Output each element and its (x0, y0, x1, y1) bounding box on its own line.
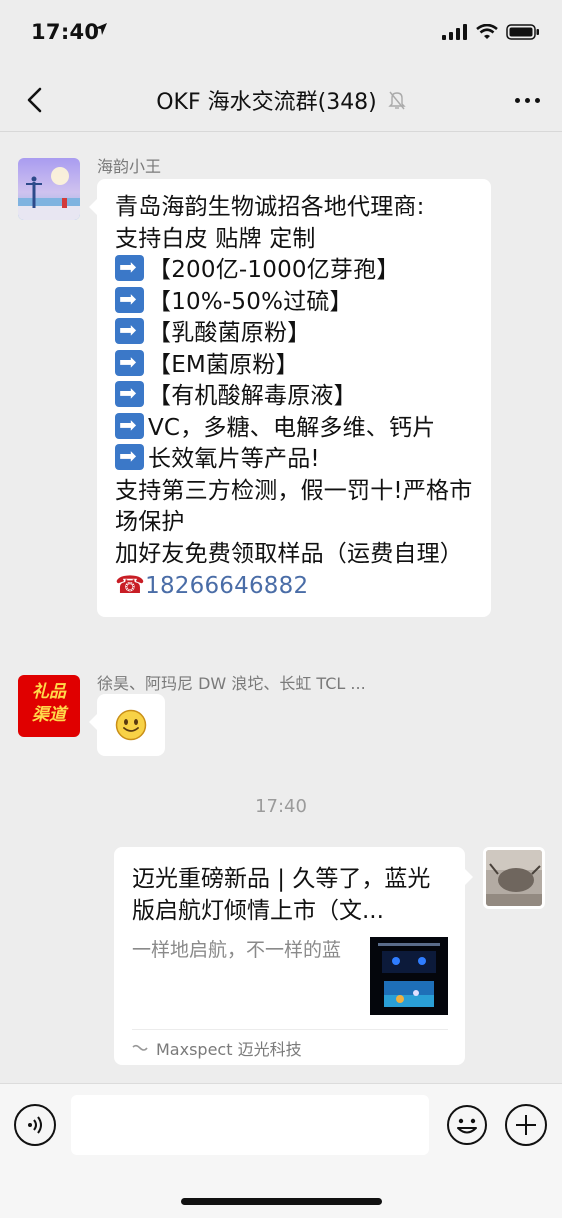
chat-title: OKF 海水交流群(348) (0, 84, 562, 116)
sender-avatar[interactable] (18, 158, 80, 220)
message-line: 加好友免费领取样品（运费自理） (115, 540, 463, 567)
message-line: 支持白皮 贴牌 定制 (115, 225, 316, 252)
avatar-image (18, 158, 80, 220)
message-line: 【乳酸菌原粉】 (115, 315, 477, 350)
smile-emoji-icon (115, 709, 147, 741)
article-title: 迈光重磅新品 | 久等了，蓝光版启航灯倾情上市（文... (132, 866, 431, 924)
emoji-button[interactable] (446, 1104, 488, 1146)
message-line: 【EM菌原粉】 (115, 347, 477, 382)
mute-bell-icon (388, 91, 406, 110)
article-source-name: Maxspect 迈光科技 (156, 1039, 302, 1059)
right-arrow-emoji-icon (115, 252, 144, 284)
sender-avatar[interactable]: 礼品 渠道 (18, 675, 80, 737)
telephone-icon: ☎ (115, 571, 146, 599)
right-arrow-emoji-icon (115, 410, 144, 441)
sender-name: 海韵小王 (97, 157, 162, 176)
status-time: 17:40 (31, 20, 100, 44)
chat-header: OKF 海水交流群(348) (0, 66, 562, 132)
message-line: 支持第三方检测，假一罚十!严格市场保护 (115, 477, 473, 536)
shared-article-card[interactable]: 迈光重磅新品 | 久等了，蓝光版启航灯倾情上市（文... 一样地启航，不一样的蓝… (114, 847, 473, 1065)
message-line: 【200亿-1000亿芽孢】 (115, 252, 477, 287)
mini-program-icon (132, 1044, 148, 1051)
more-dot-icon (515, 97, 520, 103)
status-bar: 17:40 (0, 0, 562, 66)
article-description: 一样地启航，不一样的蓝 (132, 939, 342, 961)
more-dot-icon (535, 97, 540, 103)
message-line: 【有机酸解毒原液】 (115, 378, 477, 413)
more-dot-icon (525, 97, 530, 103)
message-line: 【10%-50%过硫】 (115, 284, 477, 319)
home-indicator[interactable] (181, 1198, 382, 1205)
sender-name: 徐昊、阿玛尼 DW 浪坨、长虹 TCL ... (97, 674, 366, 693)
right-arrow-emoji-icon (115, 284, 144, 315)
phone-line: ☎18266646882 (115, 570, 477, 603)
right-arrow-emoji-icon (115, 378, 144, 410)
my-avatar[interactable] (483, 847, 545, 909)
message-line: VC，多糖、电解多维、钙片 (115, 410, 477, 445)
wifi-icon (476, 24, 498, 39)
avatar-calligraphy: 礼品 渠道 (32, 682, 66, 725)
plus-icon (516, 1115, 536, 1135)
message-timestamp: 17:40 (255, 796, 307, 817)
battery-icon (506, 24, 539, 40)
article-thumbnail (370, 937, 448, 1015)
voice-icon (28, 1116, 42, 1134)
message-line: 长效氧片等产品! (115, 441, 477, 476)
avatar-image (486, 850, 542, 906)
right-arrow-emoji-icon (115, 441, 144, 473)
article-source: Maxspect 迈光科技 (132, 1029, 448, 1065)
message-line: 青岛海韵生物诚招各地代理商: (115, 194, 425, 220)
message-input[interactable] (71, 1095, 429, 1155)
location-arrow-icon (95, 23, 107, 35)
status-indicators (442, 24, 540, 40)
message-bubble[interactable]: 青岛海韵生物诚招各地代理商: 支持白皮 贴牌 定制 【200亿-1000亿芽孢】… (89, 179, 491, 617)
chat-title-text: OKF 海水交流群(348) (156, 90, 377, 115)
signal-icon (442, 24, 467, 40)
more-functions-button[interactable] (505, 1104, 547, 1146)
aquarium-light-thumbnail (370, 937, 448, 1015)
voice-input-button[interactable] (14, 1104, 56, 1146)
message-bubble[interactable] (89, 694, 165, 756)
emoji-icon (447, 1105, 487, 1145)
article-body: 一样地启航，不一样的蓝 (132, 937, 448, 1015)
more-options-button[interactable] (500, 88, 540, 112)
right-arrow-emoji-icon (115, 347, 144, 378)
right-arrow-emoji-icon (115, 315, 144, 347)
phone-number-link[interactable]: 18266646882 (145, 573, 308, 599)
